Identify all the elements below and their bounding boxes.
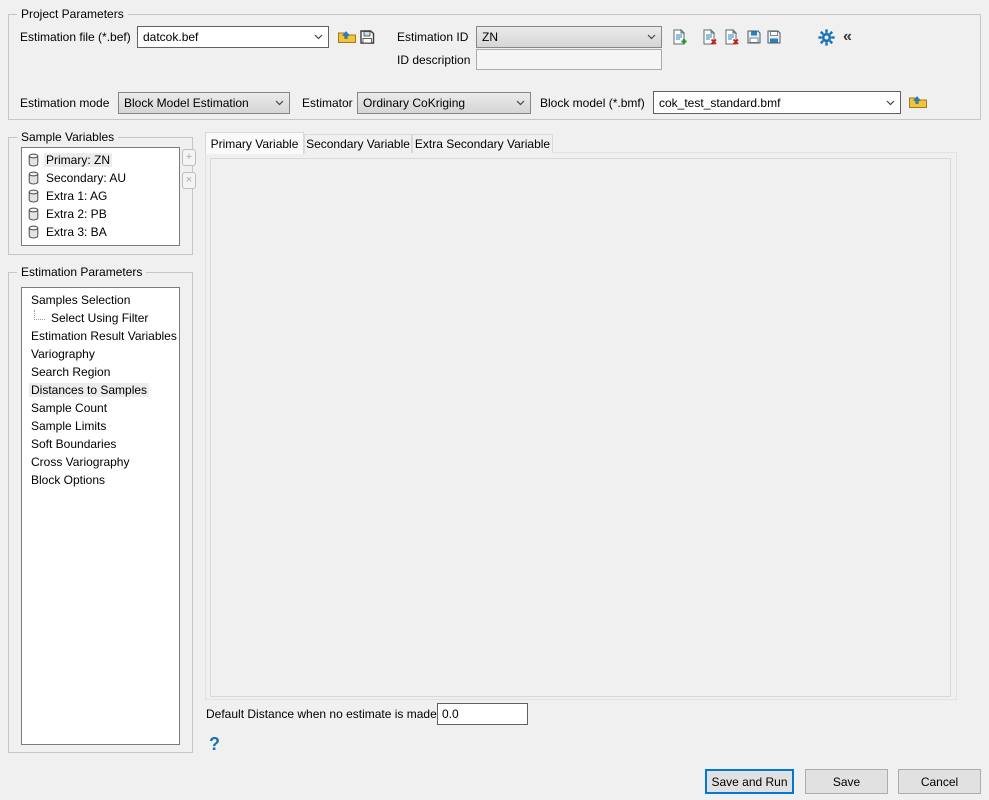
param-item-label: Block Options [29, 473, 107, 487]
save-id-icon[interactable] [746, 29, 762, 45]
chevron-down-icon [886, 100, 900, 106]
param-item-search-region[interactable]: Search Region [22, 363, 179, 381]
button-label: Save and Run [711, 775, 787, 789]
list-item-label: Primary: ZN [44, 153, 112, 167]
param-item-samples-selection[interactable]: Samples Selection [22, 291, 179, 309]
param-item-label: Estimation Result Variables [29, 329, 179, 343]
param-item-sample-limits[interactable]: Sample Limits [22, 417, 179, 435]
estimation-mode-combo[interactable]: Block Model Estimation [118, 92, 290, 114]
tab-label: Secondary Variable [306, 137, 410, 151]
collapse-panel-icon[interactable]: « [843, 28, 851, 46]
delete-all-ids-icon[interactable] [722, 29, 740, 46]
param-item-sample-count[interactable]: Sample Count [22, 399, 179, 417]
param-item-label: Select Using Filter [49, 311, 150, 325]
list-item-extra3[interactable]: Extra 3: BA [22, 223, 179, 241]
tree-branch-icon [34, 310, 45, 320]
param-item-variography[interactable]: Variography [22, 345, 179, 363]
tab-label: Extra Secondary Variable [415, 137, 550, 151]
estimation-file-value: datcok.bef [143, 30, 314, 44]
estimator-combo[interactable]: Ordinary CoKriging [357, 92, 531, 114]
list-item-label: Extra 1: AG [44, 189, 109, 203]
save-file-icon[interactable] [359, 29, 376, 45]
param-item-label: Variography [29, 347, 97, 361]
project-parameters-title: Project Parameters [17, 7, 128, 22]
estimator-label: Estimator [302, 96, 353, 111]
param-item-block-options[interactable]: Block Options [22, 471, 179, 489]
sample-variables-list[interactable]: Primary: ZN Secondary: AU Extra 1: AG Ex… [21, 147, 180, 246]
param-item-label: Cross Variography [29, 455, 131, 469]
add-id-icon[interactable] [671, 29, 688, 46]
save-id-as-icon[interactable] [766, 29, 782, 45]
list-item-label: Secondary: AU [44, 171, 128, 185]
estimation-mode-value: Block Model Estimation [124, 96, 275, 110]
remove-variable-button[interactable]: × [182, 172, 196, 189]
estimation-id-combo[interactable]: ZN [476, 26, 662, 48]
list-item-extra1[interactable]: Extra 1: AG [22, 187, 179, 205]
tab-secondary-variable[interactable]: Secondary Variable [304, 134, 412, 153]
block-model-value: cok_test_standard.bmf [659, 96, 886, 110]
estimation-parameters-title: Estimation Parameters [17, 265, 146, 280]
list-item-secondary[interactable]: Secondary: AU [22, 169, 179, 187]
list-item-label: Extra 3: BA [44, 225, 109, 239]
list-item-primary[interactable]: Primary: ZN [22, 151, 179, 169]
param-item-distances-to-samples[interactable]: Distances to Samples [22, 381, 179, 399]
estimation-file-label: Estimation file (*.bef) [20, 30, 131, 45]
list-item-extra2[interactable]: Extra 2: PB [22, 205, 179, 223]
cancel-button[interactable]: Cancel [898, 769, 981, 794]
param-item-label: Sample Count [29, 401, 109, 415]
open-folder-icon[interactable] [337, 29, 357, 45]
button-label: Cancel [921, 775, 958, 789]
sample-variables-title: Sample Variables [17, 130, 118, 145]
param-item-estimation-result-variables[interactable]: Estimation Result Variables [22, 327, 179, 345]
default-distance-label: Default Distance when no estimate is mad… [206, 707, 437, 722]
id-description-field [476, 49, 662, 70]
open-block-model-folder-icon[interactable] [908, 94, 928, 110]
param-item-label: Sample Limits [29, 419, 108, 433]
default-distance-input[interactable] [437, 703, 528, 725]
save-and-run-button[interactable]: Save and Run [705, 769, 794, 794]
estimation-mode-label: Estimation mode [20, 96, 109, 111]
delete-id-icon[interactable] [701, 29, 718, 46]
param-item-soft-boundaries[interactable]: Soft Boundaries [22, 435, 179, 453]
block-model-label: Block model (*.bmf) [540, 96, 645, 111]
database-icon [28, 153, 39, 167]
estimation-id-label: Estimation ID [397, 30, 468, 45]
param-item-cross-variography[interactable]: Cross Variography [22, 453, 179, 471]
param-item-label: Samples Selection [29, 293, 132, 307]
estimation-id-value: ZN [482, 30, 647, 44]
chevron-down-icon [647, 34, 661, 40]
chevron-down-icon [314, 34, 328, 40]
list-item-label: Extra 2: PB [44, 207, 109, 221]
tab-extra-secondary-variable[interactable]: Extra Secondary Variable [412, 134, 553, 153]
database-icon [28, 207, 39, 221]
estimation-parameters-list[interactable]: Samples Selection Select Using Filter Es… [21, 287, 180, 745]
param-item-select-using-filter[interactable]: Select Using Filter [22, 309, 179, 327]
param-item-label: Search Region [29, 365, 112, 379]
database-icon [28, 171, 39, 185]
chevron-down-icon [275, 100, 289, 106]
tab-primary-variable[interactable]: Primary Variable [205, 132, 304, 154]
param-item-label: Distances to Samples [29, 383, 149, 397]
database-icon [28, 225, 39, 239]
param-item-label: Soft Boundaries [29, 437, 118, 451]
estimation-file-combo[interactable]: datcok.bef [137, 26, 329, 48]
database-icon [28, 189, 39, 203]
button-label: Save [833, 775, 860, 789]
distances-panel-frame [210, 158, 951, 697]
save-button[interactable]: Save [805, 769, 888, 794]
help-icon[interactable]: ? [209, 735, 220, 753]
add-variable-button[interactable]: + [182, 149, 196, 166]
settings-gear-icon[interactable] [818, 29, 835, 46]
tab-label: Primary Variable [211, 137, 299, 151]
block-model-combo[interactable]: cok_test_standard.bmf [653, 91, 901, 114]
estimator-value: Ordinary CoKriging [363, 96, 516, 110]
estimation-dialog: Project Parameters Estimation file (*.be… [0, 0, 989, 800]
chevron-down-icon [516, 100, 530, 106]
id-description-label: ID description [397, 53, 470, 68]
